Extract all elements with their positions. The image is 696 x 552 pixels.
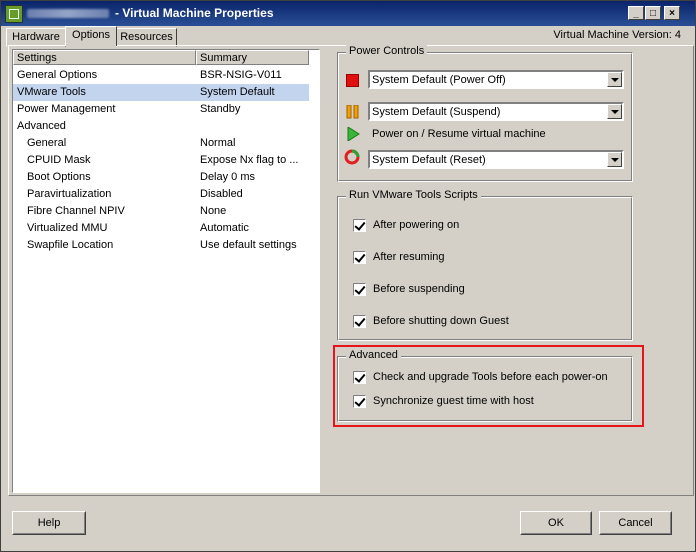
row-name: CPUID Mask (27, 154, 91, 166)
row-summary: None (200, 205, 227, 217)
window-title: - Virtual Machine Properties (115, 6, 274, 20)
pause-icon (346, 104, 360, 119)
title-bar[interactable]: - Virtual Machine Properties _ □ × (1, 1, 695, 26)
suspend-value: System Default (Suspend) (372, 106, 501, 118)
power-on-label: Power on / Resume virtual machine (372, 128, 546, 140)
row-name: Paravirtualization (27, 188, 112, 200)
row-name: General (27, 137, 67, 149)
row-name: Virtualized MMU (27, 222, 108, 234)
ok-button[interactable]: OK (520, 511, 592, 535)
chevron-down-icon[interactable] (607, 152, 622, 167)
row-summary: Normal (200, 137, 236, 149)
suspend-select[interactable]: System Default (Suspend) (368, 102, 624, 121)
vm-properties-window: - Virtual Machine Properties _ □ × Hardw… (0, 0, 696, 552)
after-resuming-label: After resuming (373, 251, 445, 263)
settings-row-swapfile-location[interactable]: Swapfile Location Use default settings (13, 237, 309, 254)
power-controls-title: Power Controls (346, 45, 428, 57)
row-summary: Standby (200, 103, 241, 115)
settings-list[interactable]: Settings Summary General Options BSR-NSI… (12, 49, 320, 493)
settings-row-boot-options[interactable]: Boot Options Delay 0 ms (13, 169, 309, 186)
chevron-down-icon[interactable] (607, 104, 622, 119)
row-summary: Disabled (200, 188, 243, 200)
settings-row-virtualized-mmu[interactable]: Virtualized MMU Automatic (13, 220, 309, 237)
chevron-down-icon[interactable] (607, 72, 622, 87)
row-name: General Options (17, 69, 98, 81)
settings-row-power-management[interactable]: Power Management Standby (13, 101, 309, 118)
stop-icon (346, 74, 359, 87)
row-summary: System Default (200, 86, 275, 98)
settings-row-paravirtualization[interactable]: Paravirtualization Disabled (13, 186, 309, 203)
after-resuming-checkbox[interactable] (353, 251, 366, 264)
vm-version-label: Virtual Machine Version: 4 (553, 29, 681, 41)
play-icon (347, 126, 361, 142)
row-name: Power Management (17, 103, 116, 115)
reset-select[interactable]: System Default (Reset) (368, 150, 624, 169)
reset-value: System Default (Reset) (372, 154, 486, 166)
settings-row-general[interactable]: General Normal (13, 135, 309, 152)
vm-app-icon (5, 5, 23, 23)
maximize-button[interactable]: □ (645, 6, 661, 20)
before-suspending-label: Before suspending (373, 283, 465, 295)
settings-row-general-options[interactable]: General Options BSR-NSIG-V011 (13, 67, 309, 84)
row-name: Swapfile Location (27, 239, 114, 251)
settings-row-vmware-tools[interactable]: VMware Tools System Default (13, 84, 309, 101)
close-button[interactable]: × (664, 6, 680, 20)
after-powering-on-checkbox[interactable] (353, 219, 366, 232)
redacted-vm-name (27, 9, 109, 18)
after-powering-on-label: After powering on (373, 219, 460, 231)
settings-row-cpuid-mask[interactable]: CPUID Mask Expose Nx flag to ... (13, 152, 309, 169)
row-summary: Automatic (200, 222, 249, 234)
row-summary: Use default settings (200, 239, 297, 251)
tools-scripts-title: Run VMware Tools Scripts (346, 189, 481, 201)
reset-icon (344, 149, 360, 165)
row-summary: BSR-NSIG-V011 (200, 69, 282, 81)
row-summary: Delay 0 ms (200, 171, 256, 183)
row-name: Fibre Channel NPIV (27, 205, 125, 217)
row-name: VMware Tools (17, 86, 86, 98)
row-name: Advanced (17, 120, 66, 132)
column-header-summary[interactable]: Summary (196, 50, 309, 65)
before-shutting-down-checkbox[interactable] (353, 315, 366, 328)
settings-row-advanced[interactable]: Advanced (13, 118, 309, 135)
row-summary: Expose Nx flag to ... (200, 154, 299, 166)
help-button[interactable]: Help (12, 511, 86, 535)
settings-list-header: Settings Summary (13, 50, 319, 66)
settings-row-fibre-channel-npiv[interactable]: Fibre Channel NPIV None (13, 203, 309, 220)
cancel-button[interactable]: Cancel (599, 511, 672, 535)
before-shutting-down-label: Before shutting down Guest (373, 315, 509, 327)
power-off-value: System Default (Power Off) (372, 74, 506, 86)
before-suspending-checkbox[interactable] (353, 283, 366, 296)
advanced-title: Advanced (346, 349, 401, 361)
power-off-select[interactable]: System Default (Power Off) (368, 70, 624, 89)
tab-options[interactable]: Options (65, 26, 117, 46)
column-header-settings[interactable]: Settings (13, 50, 196, 65)
row-name: Boot Options (27, 171, 91, 183)
minimize-button[interactable]: _ (628, 6, 644, 20)
